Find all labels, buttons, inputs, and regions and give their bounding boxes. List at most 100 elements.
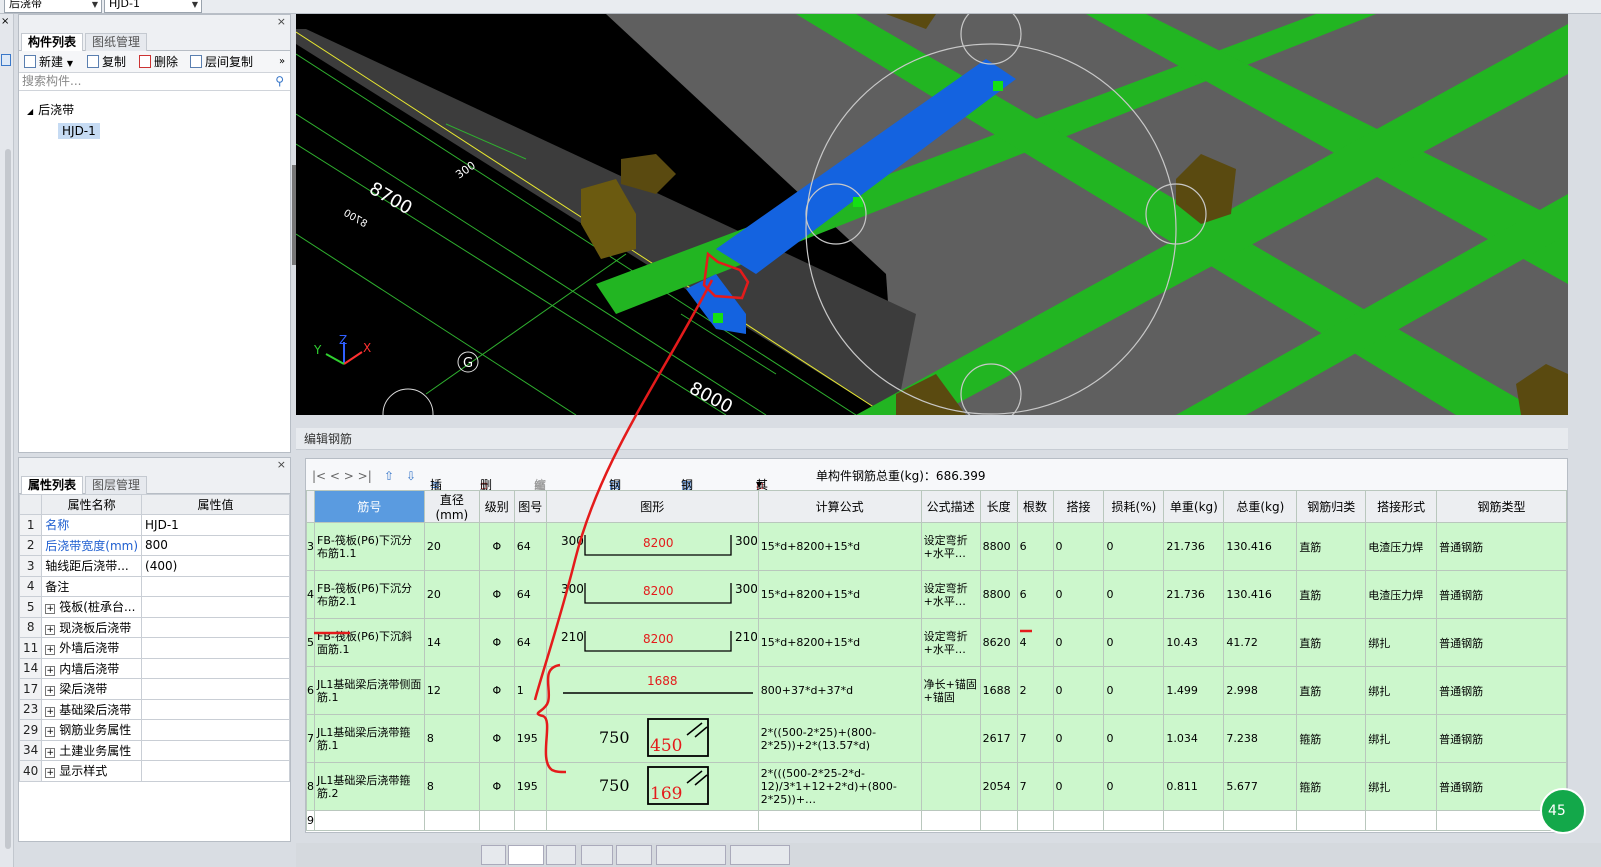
rebar-cell-total[interactable]: 7.238 [1223, 714, 1298, 763]
bottom-button[interactable] [581, 845, 613, 865]
rebar-cell-lap[interactable]: 0 [1052, 522, 1105, 571]
expand-icon[interactable]: + [45, 645, 56, 656]
rebar-cell-unit[interactable]: 21.736 [1163, 522, 1225, 571]
rebar-cell-cls[interactable]: 直筋 [1296, 570, 1367, 619]
property-value[interactable] [141, 739, 290, 761]
property-row[interactable]: 3 轴线距后浇带... (400) [18, 555, 290, 577]
rebar-cell-grade[interactable]: Φ [478, 762, 515, 811]
rebar-cell-grade[interactable]: Φ [478, 714, 515, 763]
rebar-cell-lapform[interactable]: 电渣压力焊 [1365, 522, 1438, 571]
rebar-cell-dia[interactable]: 20 [423, 570, 480, 619]
property-value[interactable] [141, 637, 290, 659]
nav-buttons[interactable]: |< < > >| [312, 468, 372, 484]
rebar-cell-formula[interactable]: 15*d+8200+15*d [757, 618, 922, 667]
rebar-cell-len[interactable]: 8620 [979, 618, 1018, 667]
rebar-shape-cell[interactable]: 300 8200 300 [545, 522, 759, 571]
property-row[interactable]: 5 + 筏板(桩承台... [18, 596, 290, 618]
rebar-cell-loss[interactable]: 0 [1103, 762, 1165, 811]
empty-row[interactable]: 9 [306, 810, 1567, 831]
tab-drawing-manage[interactable]: 图纸管理 [85, 33, 148, 51]
rebar-cell-cls[interactable]: 箍筋 [1296, 714, 1367, 763]
rebar-cell-total[interactable]: 41.72 [1223, 618, 1298, 667]
property-row[interactable]: 1 名称 HJD-1 [18, 514, 290, 536]
rebar-cell-type[interactable]: 普通钢筋 [1436, 714, 1567, 763]
rebar-cell-len[interactable]: 8800 [979, 522, 1018, 571]
new-button[interactable]: 新建 ▼ [24, 54, 73, 72]
rebar-cell-fig[interactable]: 64 [513, 522, 547, 571]
rebar-cell-name[interactable]: FB-筏板(P6)下沉分布筋1.1 [314, 522, 425, 571]
rebar-cell-dia[interactable]: 8 [423, 762, 480, 811]
rebar-shape-cell[interactable]: 750 450 [545, 714, 759, 763]
component-name-select[interactable]: HJD-1 ▼ [104, 0, 202, 13]
column-header[interactable]: 根数 [1016, 490, 1054, 523]
rebar-cell-desc[interactable]: 净长+锚固+锚固 [920, 666, 981, 715]
rebar-cell-lap[interactable]: 0 [1052, 762, 1105, 811]
bottom-button[interactable] [656, 845, 726, 865]
column-header[interactable]: 搭接形式 [1365, 490, 1438, 523]
grip-point[interactable] [713, 313, 723, 323]
rebar-cell-desc[interactable] [920, 762, 981, 811]
rebar-cell-len[interactable]: 8800 [979, 570, 1018, 619]
search-icon[interactable]: ⚲ [275, 73, 284, 90]
rebar-cell-dia[interactable]: 12 [423, 666, 480, 715]
rebar-cell-total[interactable]: 5.677 [1223, 762, 1298, 811]
property-value[interactable] [141, 657, 290, 679]
close-icon[interactable]: × [1, 16, 9, 27]
empty-cell[interactable] [1052, 810, 1105, 831]
empty-cell[interactable] [1016, 810, 1054, 831]
copy-button[interactable]: 复制 [87, 54, 126, 70]
expand-icon[interactable]: + [45, 727, 56, 738]
empty-cell[interactable] [1296, 810, 1367, 831]
rebar-cell-lap[interactable]: 0 [1052, 666, 1105, 715]
rebar-shape-cell[interactable]: 1688 [545, 666, 759, 715]
viewport-canvas[interactable]: 8700 300 8700 8000 G X Y Z [296, 14, 1568, 415]
rebar-shape-cell[interactable]: 210 8200 210 [545, 618, 759, 667]
rebar-cell-loss[interactable]: 0 [1103, 570, 1165, 619]
rebar-cell-lapform[interactable]: 绑扎 [1365, 762, 1438, 811]
column-header[interactable]: 总重(kg) [1223, 490, 1298, 523]
property-row[interactable]: 8 + 现浇板后浇带 [18, 616, 290, 638]
rebar-cell-lap[interactable]: 0 [1052, 570, 1105, 619]
property-row[interactable]: 11 + 外墙后浇带 [18, 637, 290, 659]
rebar-cell-loss[interactable]: 0 [1103, 666, 1165, 715]
rebar-cell-formula[interactable]: 15*d+8200+15*d [757, 570, 922, 619]
close-icon[interactable]: × [277, 15, 286, 28]
component-type-select[interactable]: 后浇带 ▼ [4, 0, 102, 13]
rebar-cell-name[interactable]: FB-筏板(P6)下沉分布筋2.1 [314, 570, 425, 619]
rebar-cell-dia[interactable]: 20 [423, 522, 480, 571]
rebar-cell-desc[interactable] [920, 714, 981, 763]
column-header[interactable]: 单重(kg) [1163, 490, 1225, 523]
floor-copy-button[interactable]: 层间复制 [190, 54, 253, 70]
rebar-cell-loss[interactable]: 0 [1103, 618, 1165, 667]
expand-icon[interactable]: + [45, 706, 56, 717]
tab-property-list[interactable]: 属性列表 [21, 476, 84, 494]
rebar-cell-fig[interactable]: 64 [513, 618, 547, 667]
empty-cell[interactable] [1103, 810, 1165, 831]
tree-root[interactable]: ◢ 后浇带 [27, 101, 74, 118]
rebar-cell-total[interactable]: 2.998 [1223, 666, 1298, 715]
rebar-cell-fig[interactable]: 1 [513, 666, 547, 715]
empty-cell[interactable] [920, 810, 981, 831]
rebar-shape-cell[interactable]: 750 169 [545, 762, 759, 811]
rebar-cell-lapform[interactable]: 绑扎 [1365, 714, 1438, 763]
rebar-cell-cls[interactable]: 箍筋 [1296, 762, 1367, 811]
rebar-cell-desc[interactable]: 设定弯折+水平… [920, 618, 981, 667]
rebar-cell-fig[interactable]: 195 [513, 762, 547, 811]
rebar-cell-grade[interactable]: Φ [478, 666, 515, 715]
rebar-row[interactable]: 3 FB-筏板(P6)下沉分布筋1.1 20 Φ 64 300 8200 300 15*… [306, 522, 1567, 571]
column-header[interactable]: 钢筋归类 [1296, 490, 1367, 523]
rebar-cell-formula[interactable]: 15*d+8200+15*d [757, 522, 922, 571]
3d-viewport[interactable]: 8700 300 8700 8000 G X Y Z [296, 14, 1568, 415]
rebar-row[interactable]: 6 JL1基础梁后浇带侧面筋.1 12 Φ 1 1688 800+37*d+37*d 净长… [306, 666, 1567, 715]
property-row[interactable]: 34 + 土建业务属性 [18, 739, 290, 761]
rebar-cell-dia[interactable]: 14 [423, 618, 480, 667]
rebar-cell-name[interactable]: JL1基础梁后浇带箍筋.2 [314, 762, 425, 811]
layer-icon[interactable] [1, 54, 11, 66]
rebar-cell-len[interactable]: 1688 [979, 666, 1018, 715]
bottom-button[interactable] [508, 845, 544, 865]
column-header[interactable]: 钢筋类型 [1436, 490, 1567, 523]
property-row[interactable]: 2 后浇带宽度(mm) 800 [18, 534, 290, 556]
rebar-cell-lap[interactable]: 0 [1052, 714, 1105, 763]
status-badge[interactable]: 45 [1540, 788, 1586, 834]
move-up-icon[interactable]: ⇧ [384, 468, 394, 484]
